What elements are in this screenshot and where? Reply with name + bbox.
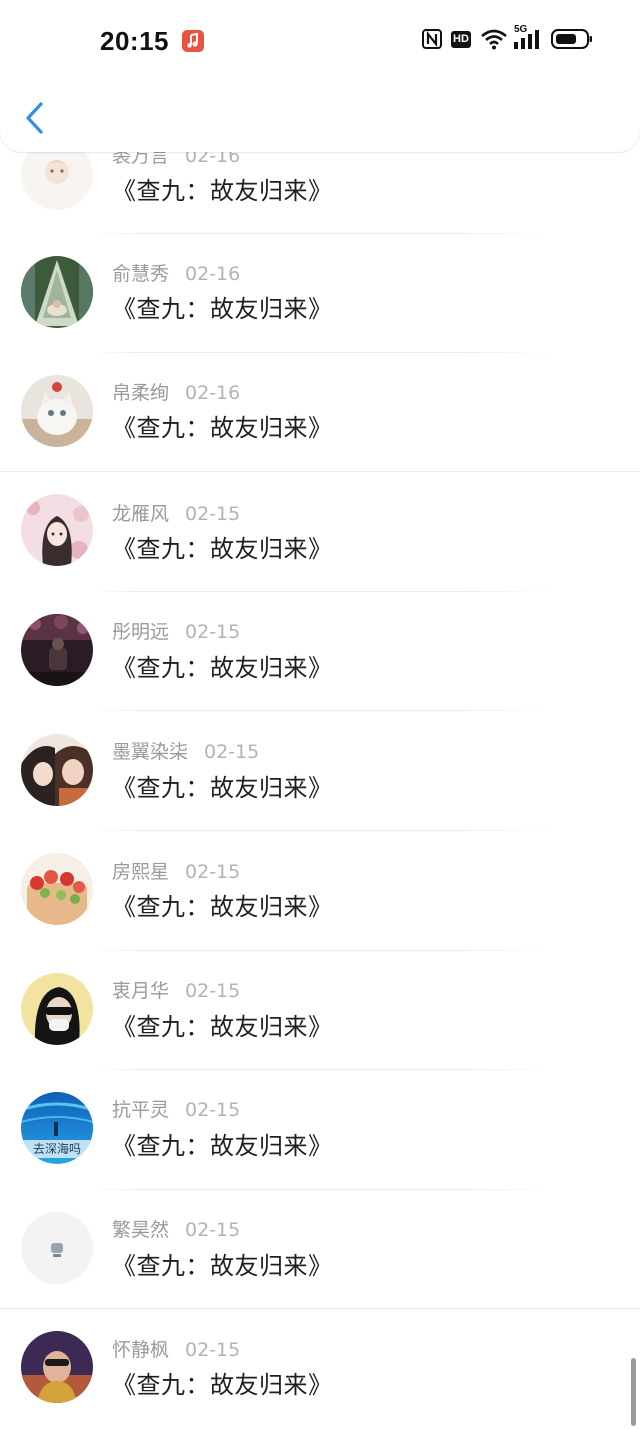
- top-bar: 20:15 HD 5G: [0, 0, 640, 152]
- avatar[interactable]: [21, 256, 93, 328]
- username[interactable]: 墨翼染柒: [112, 741, 188, 763]
- username[interactable]: 繁昊然: [112, 1219, 169, 1241]
- comment-date: 02-15: [185, 1099, 241, 1121]
- username[interactable]: 龙雁风: [112, 503, 169, 525]
- battery-icon: [551, 28, 593, 54]
- list-item[interactable]: 俞慧秀 02-16 《查九：故友归来》: [0, 234, 640, 353]
- wifi-icon: [480, 28, 508, 54]
- list-item[interactable]: 怀静枫 02-15 《查九：故友归来》: [0, 1309, 640, 1428]
- username[interactable]: 衷月华: [112, 980, 169, 1002]
- username[interactable]: 怀静枫: [112, 1339, 169, 1361]
- comment-meta: 墨翼染柒 02-15: [112, 740, 259, 764]
- comment-meta: 龙雁风 02-15: [112, 502, 240, 526]
- scrollbar[interactable]: [631, 1358, 636, 1426]
- comment-text: 《查九：故友归来》: [112, 1132, 333, 1160]
- list-item[interactable]: 衷月华 02-15 《查九：故友归来》: [0, 951, 640, 1070]
- avatar[interactable]: [21, 1212, 93, 1284]
- back-button[interactable]: [20, 98, 50, 138]
- status-icons: HD 5G: [420, 24, 600, 54]
- comment-meta: 帛柔绚 02-16: [112, 381, 240, 405]
- comment-text: 《查九：故友归来》: [112, 654, 333, 682]
- username[interactable]: 彤明远: [112, 621, 169, 643]
- divider: [92, 710, 552, 711]
- divider: [0, 471, 640, 472]
- avatar[interactable]: [21, 734, 93, 806]
- avatar[interactable]: [21, 375, 93, 447]
- list-item[interactable]: 龙雁风 02-15 《查九：故友归来》: [0, 473, 640, 592]
- comment-meta: 抗平灵 02-15: [112, 1098, 240, 1122]
- comment-text: 《查九：故友归来》: [112, 414, 333, 442]
- comment-meta: 繁昊然 02-15: [112, 1218, 240, 1242]
- avatar[interactable]: 去深海吗: [21, 1092, 93, 1164]
- comment-date: 02-15: [185, 503, 241, 525]
- comment-date: 02-16: [185, 382, 241, 404]
- comment-meta: 衷月华 02-15: [112, 979, 240, 1003]
- comment-date: 02-16: [185, 263, 241, 285]
- comment-text: 《查九：故友归来》: [112, 893, 333, 921]
- comment-meta: 俞慧秀 02-16: [112, 262, 240, 286]
- avatar-caption: 去深海吗: [32, 1142, 81, 1156]
- comment-text: 《查九：故友归来》: [112, 535, 333, 563]
- avatar[interactable]: [21, 973, 93, 1045]
- status-time: 20:15: [100, 26, 169, 56]
- comment-text: 《查九：故友归来》: [112, 1252, 333, 1280]
- username[interactable]: 俞慧秀: [112, 263, 169, 285]
- hd-icon: HD: [451, 28, 471, 48]
- comment-meta: 房熙星 02-15: [112, 860, 240, 884]
- username[interactable]: 帛柔绚: [112, 382, 169, 404]
- list-item[interactable]: 彤明远 02-15 《查九：故友归来》: [0, 592, 640, 711]
- comment-text: 《查九：故友归来》: [112, 177, 333, 205]
- comment-date: 02-15: [185, 1339, 241, 1361]
- list-item[interactable]: 房熙星 02-15 《查九：故友归来》: [0, 831, 640, 951]
- comment-text: 《查九：故友归来》: [112, 295, 333, 323]
- comment-date: 02-15: [185, 980, 241, 1002]
- list-item[interactable]: 去深海吗 抗平灵 02-15 《查九：故友归来》: [0, 1070, 640, 1190]
- comment-date: 02-15: [185, 861, 241, 883]
- nfc-icon: [422, 28, 442, 54]
- avatar[interactable]: [21, 853, 93, 925]
- comment-text: 《查九：故友归来》: [112, 774, 333, 802]
- comment-date: 02-15: [204, 741, 260, 763]
- username[interactable]: 房熙星: [112, 861, 169, 883]
- avatar[interactable]: [21, 1331, 93, 1403]
- signal-icon: [514, 28, 544, 54]
- comment-date: 02-15: [185, 1219, 241, 1241]
- comment-text: 《查九：故友归来》: [112, 1371, 333, 1399]
- music-app-icon: [182, 30, 204, 52]
- avatar[interactable]: [21, 494, 93, 566]
- comment-date: 02-15: [185, 621, 241, 643]
- avatar[interactable]: [21, 614, 93, 686]
- comment-text: 《查九：故友归来》: [112, 1013, 333, 1041]
- list-item[interactable]: 墨翼染柒 02-15 《查九：故友归来》: [0, 712, 640, 831]
- comment-meta: 彤明远 02-15: [112, 620, 240, 644]
- chevron-left-icon: [26, 102, 43, 134]
- comment-meta: 怀静枫 02-15: [112, 1338, 240, 1362]
- list-item[interactable]: 帛柔绚 02-16 《查九：故友归来》: [0, 353, 640, 472]
- username[interactable]: 抗平灵: [112, 1099, 169, 1121]
- list-item[interactable]: 繁昊然 02-15 《查九：故友归来》: [0, 1190, 640, 1309]
